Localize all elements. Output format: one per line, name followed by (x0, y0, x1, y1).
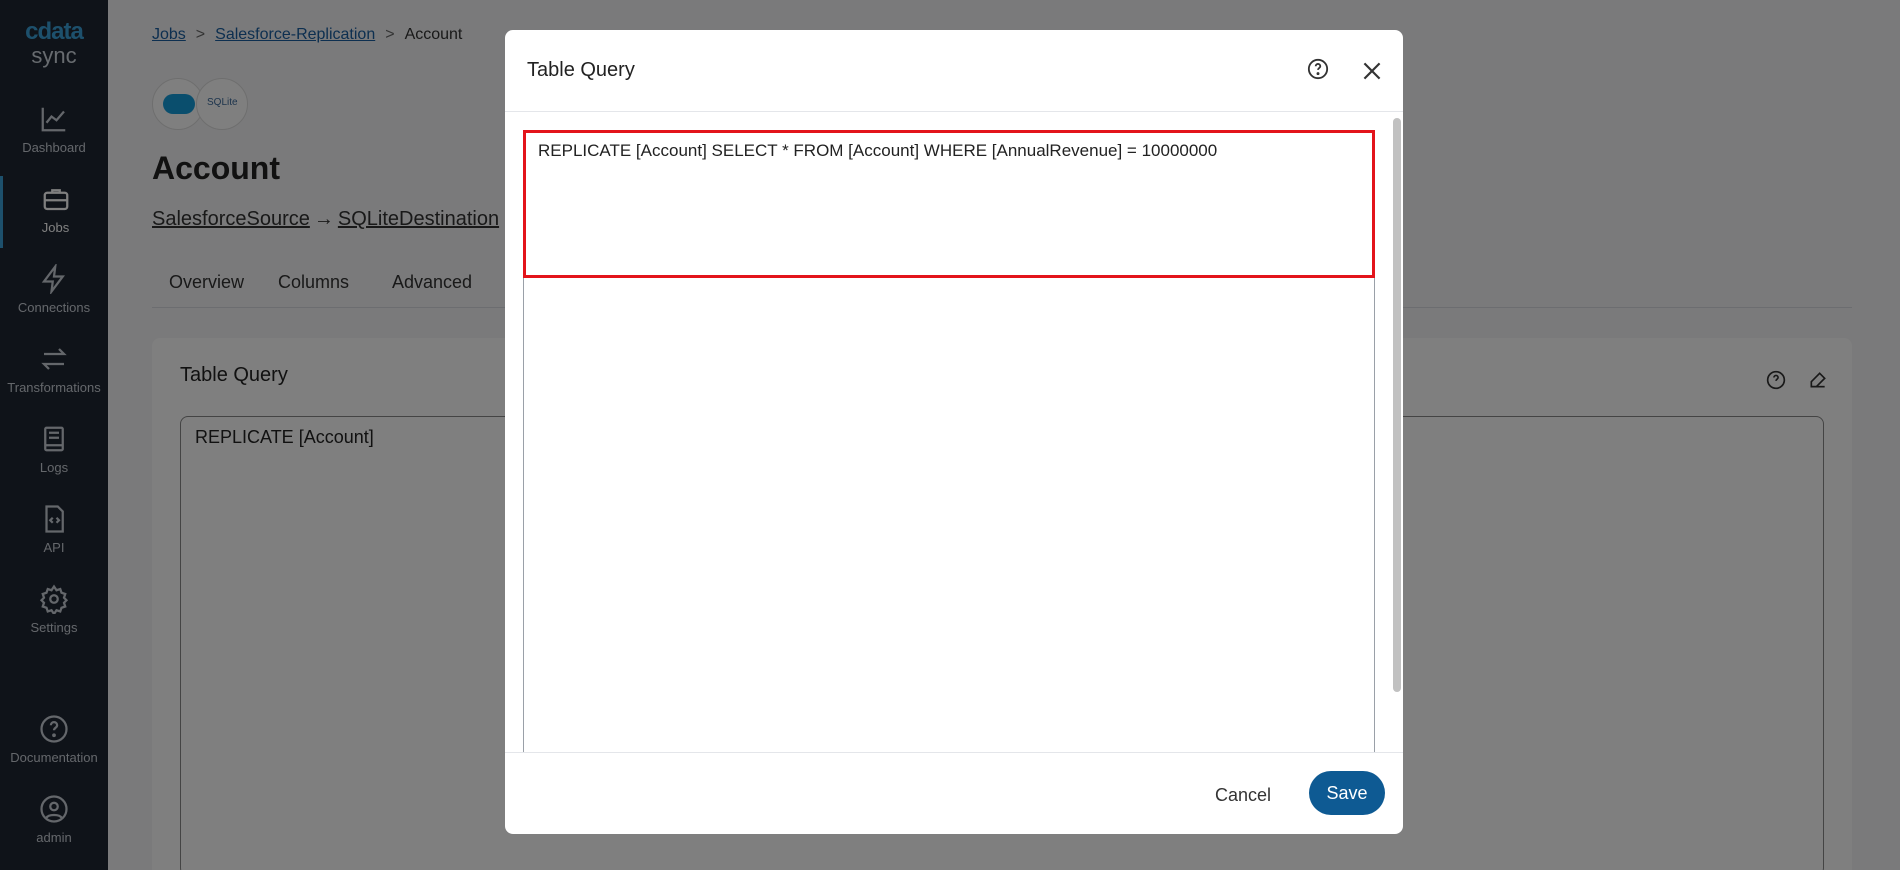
dialog-body: REPLICATE [Account] SELECT * FROM [Accou… (505, 112, 1403, 752)
help-circle-icon[interactable] (1307, 58, 1329, 85)
query-editor[interactable]: REPLICATE [Account] SELECT * FROM [Accou… (523, 130, 1375, 752)
dialog-header: Table Query (505, 30, 1403, 112)
scrollbar[interactable] (1393, 118, 1401, 692)
dialog-title: Table Query (527, 59, 635, 81)
dialog-footer: Cancel Save (505, 752, 1403, 834)
save-button[interactable]: Save (1309, 771, 1385, 815)
table-query-dialog: Table Query REPLICATE [Account] SELECT *… (505, 30, 1403, 834)
close-icon[interactable] (1359, 58, 1385, 89)
query-text: REPLICATE [Account] SELECT * FROM [Accou… (538, 141, 1218, 160)
cancel-button[interactable]: Cancel (1203, 775, 1283, 816)
